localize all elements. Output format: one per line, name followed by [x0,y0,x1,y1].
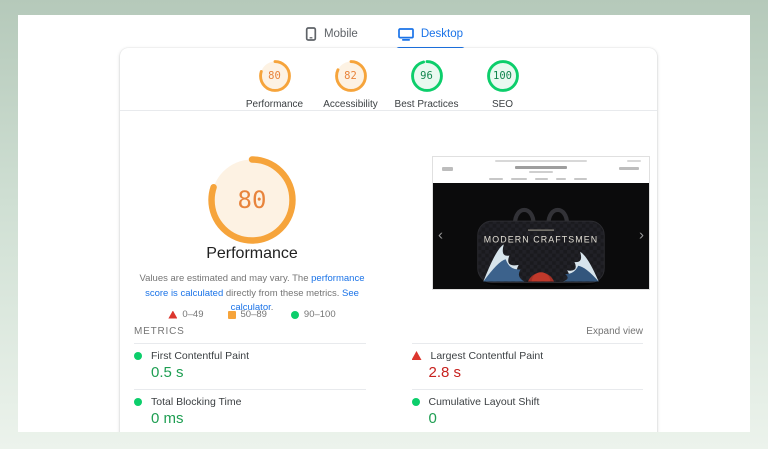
hero-bag-image: MODERN CRAFTSMEN ‹ › [433,183,649,289]
metric-value: 2.8 s [428,364,462,381]
tab-desktop-label: Desktop [420,28,464,40]
metrics-header: METRICS Expand view [134,326,643,337]
metric-label: Cumulative Layout Shift [428,395,540,408]
lighthouse-report-card: 80 Performance 82 Accessibility 96 Best … [120,48,657,432]
performance-score-value: 80 [237,186,267,214]
pass-dot-icon [134,397,142,406]
expand-view-button[interactable]: Expand view [586,326,643,337]
score-ring-icon: 80 [206,154,298,246]
gauge-score: 96 [420,70,433,82]
window-frame: Mobile Desktop 80 Performance 82 Accessi… [0,0,768,449]
gauge-label: SEO [491,99,514,110]
tab-mobile-label: Mobile [323,28,358,40]
gauge-label: Accessibility [323,99,378,110]
legend-range: 0–49 [182,309,204,320]
metric-value: 0.5 s [151,364,184,381]
score-legend: 0–49 50–89 90–100 [120,309,384,320]
average-square-icon [227,310,236,319]
legend-fail: 0–49 [168,309,204,320]
gauge-score: 100 [493,70,512,82]
metrics-grid: First Contentful Paint 0.5 s Largest Con… [134,343,643,432]
pass-dot-icon [411,397,420,406]
metric-label: Total Blocking Time [151,395,242,408]
carousel-next-icon: › [639,226,644,244]
description-text: directly from these metrics. [223,287,343,299]
metric-largest-contentful-paint: Largest Contentful Paint 2.8 s [411,343,643,389]
metric-label: First Contentful Paint [151,349,250,362]
metric-label: Largest Contentful Paint [430,349,544,362]
gauge-score: 82 [344,70,357,82]
tab-mobile[interactable]: Mobile [303,21,360,50]
description-text: Values are estimated and may vary. The [139,273,312,284]
device-tabbar: Mobile Desktop [18,21,750,50]
mobile-phone-icon [305,27,317,41]
carousel-prev-icon: ‹ [438,226,443,244]
metric-cumulative-layout-shift: Cumulative Layout Shift 0 [411,389,643,432]
category-scores-row: 80 Performance 82 Accessibility 96 Best … [120,59,657,110]
score-ring-icon: 100 [486,59,520,93]
performance-score-gauge: 80 [206,154,298,246]
score-ring-icon: 82 [334,59,368,93]
pass-circle-icon [290,310,299,319]
metric-value: 0 ms [151,410,184,427]
gauge-best-practices[interactable]: 96 Best Practices [389,59,465,110]
legend-pass: 90–100 [290,309,336,320]
section-divider [120,110,657,111]
pass-dot-icon [134,351,142,360]
report-page: Mobile Desktop 80 Performance 82 Accessi… [18,15,750,432]
site-header-skeleton [433,157,649,183]
legend-range: 50–89 [240,309,267,320]
gauge-label: Performance [245,99,304,110]
gauge-seo[interactable]: 100 SEO [465,59,541,110]
bag-overlay-text: MODERN CRAFTSMEN [484,235,598,245]
legend-range: 90–100 [303,309,336,320]
fail-triangle-icon [168,310,178,319]
gauge-label: Best Practices [394,99,459,110]
legend-average: 50–89 [227,309,267,320]
gauge-performance[interactable]: 80 Performance [237,59,313,110]
performance-section-title: Performance [206,245,298,262]
score-ring-icon: 80 [258,59,292,93]
fail-triangle-icon [411,351,422,360]
site-screenshot-thumbnail: MODERN CRAFTSMEN ‹ › [432,156,650,290]
tab-desktop[interactable]: Desktop [395,21,466,50]
metric-first-contentful-paint: First Contentful Paint 0.5 s [134,343,366,389]
score-ring-icon: 96 [410,59,444,93]
desktop-monitor-icon [397,27,414,41]
metric-total-blocking-time: Total Blocking Time 0 ms [134,389,366,432]
metric-value: 0 [428,410,437,427]
gauge-score: 80 [268,70,281,82]
gauge-accessibility[interactable]: 82 Accessibility [313,59,389,110]
metrics-section-title: METRICS [134,326,185,337]
